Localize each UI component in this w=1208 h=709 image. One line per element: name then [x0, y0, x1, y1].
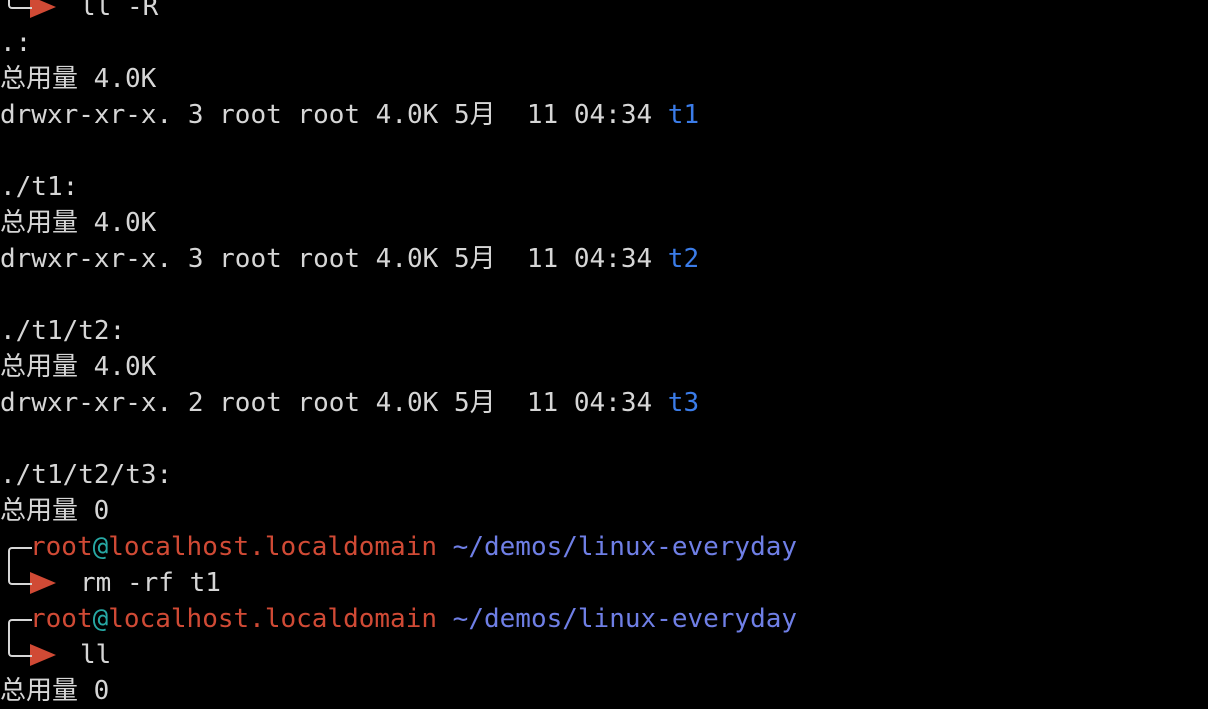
- command-text: ll: [80, 640, 112, 670]
- terminal-line: ll -R: [0, 0, 1208, 25]
- prompt-host: localhost.localdomain: [108, 604, 438, 634]
- ls-entry-info: drwxr-xr-x. 2 root root 4.0K 5月 11 04:34: [0, 388, 668, 418]
- terminal-line: ./t1:: [0, 169, 1208, 205]
- prompt-path: ~/demos/linux-everyday: [452, 604, 798, 634]
- prompt-corner-bottom-icon: [0, 565, 32, 601]
- prompt-arrow-icon: [30, 0, 56, 18]
- output-text: ./t1/t2:: [0, 316, 126, 346]
- command-text: ll -R: [80, 0, 159, 22]
- prompt-arrow-icon: [30, 644, 56, 666]
- prompt-corner-bottom-icon: [0, 0, 32, 25]
- output-text: 总用量 4.0K: [0, 64, 157, 94]
- terminal-line: 总用量 4.0K: [0, 61, 1208, 97]
- terminal-line: .:: [0, 25, 1208, 61]
- terminal-line: ll: [0, 637, 1208, 673]
- directory-name: t3: [667, 388, 700, 418]
- terminal-line: 总用量 0: [0, 673, 1208, 709]
- terminal-line: 总用量 0: [0, 493, 1208, 529]
- terminal-line: drwxr-xr-x. 3 root root 4.0K 5月 11 04:34…: [0, 241, 1208, 277]
- terminal-output[interactable]: ll -R.: 总用量 4.0K drwxr-xr-x. 3 root root 4…: [0, 0, 1208, 709]
- prompt-user: root: [30, 532, 93, 562]
- output-text: 总用量 0: [0, 676, 110, 706]
- prompt-at: @: [92, 604, 109, 634]
- output-text: 总用量 0: [0, 496, 110, 526]
- prompt-corner-bottom-icon: [0, 637, 32, 673]
- terminal-line: 总用量 4.0K: [0, 349, 1208, 385]
- directory-name: t1: [667, 100, 700, 130]
- terminal-line: ./t1/t2:: [0, 313, 1208, 349]
- terminal-line: rm -rf t1: [0, 565, 1208, 601]
- output-text: 总用量 4.0K: [0, 352, 157, 382]
- ls-entry-info: drwxr-xr-x. 3 root root 4.0K 5月 11 04:34: [0, 244, 668, 274]
- prompt-at: @: [92, 532, 109, 562]
- output-text: ./t1/t2/t3:: [0, 460, 173, 490]
- prompt-path: ~/demos/linux-everyday: [452, 532, 798, 562]
- terminal-line: drwxr-xr-x. 3 root root 4.0K 5月 11 04:34…: [0, 97, 1208, 133]
- terminal-line: root@localhost.localdomain ~/demos/linux…: [0, 601, 1208, 639]
- terminal-line: root@localhost.localdomain ~/demos/linux…: [0, 529, 1208, 567]
- prompt-host: localhost.localdomain: [108, 532, 438, 562]
- ls-entry-info: drwxr-xr-x. 3 root root 4.0K 5月 11 04:34: [0, 100, 668, 130]
- output-text: .:: [0, 28, 32, 58]
- output-text: ./t1:: [0, 172, 79, 202]
- command-text: rm -rf t1: [80, 568, 221, 598]
- prompt-arrow-icon: [30, 572, 56, 594]
- prompt-corner-top-icon: [0, 601, 32, 639]
- prompt-corner-top-icon: [0, 529, 32, 567]
- directory-name: t2: [667, 244, 700, 274]
- terminal-line: ./t1/t2/t3:: [0, 457, 1208, 493]
- prompt-user: root: [30, 604, 93, 634]
- terminal-line: drwxr-xr-x. 2 root root 4.0K 5月 11 04:34…: [0, 385, 1208, 421]
- terminal-line: 总用量 4.0K: [0, 205, 1208, 241]
- output-text: 总用量 4.0K: [0, 208, 157, 238]
